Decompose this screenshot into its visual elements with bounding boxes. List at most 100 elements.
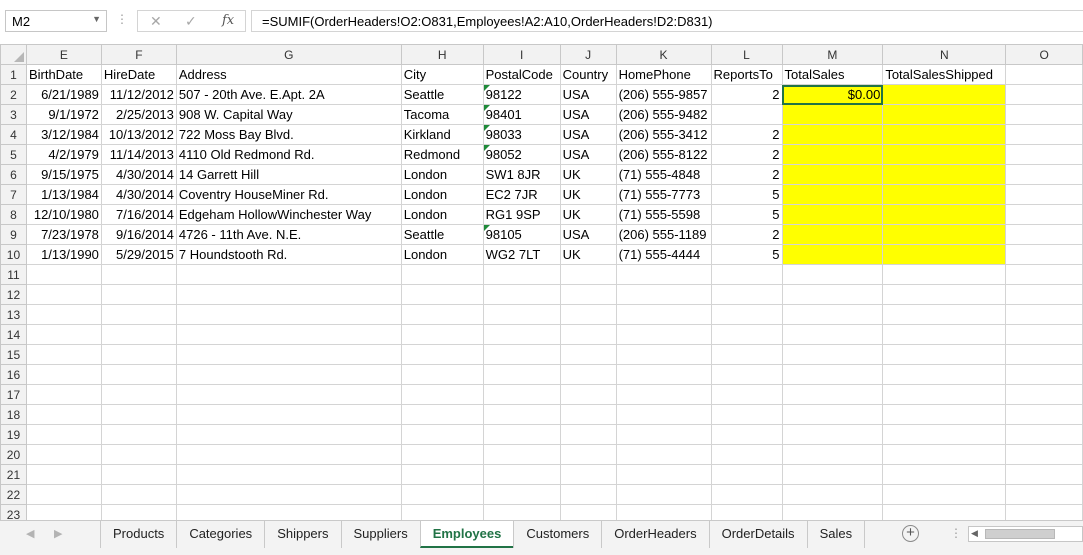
cell-f18[interactable] bbox=[100, 404, 177, 425]
cell-i2[interactable]: 98122 bbox=[482, 84, 561, 105]
cell-g11[interactable] bbox=[175, 264, 402, 285]
cell-m6[interactable] bbox=[781, 164, 884, 185]
cell-g4[interactable]: 722 Moss Bay Blvd. bbox=[175, 124, 402, 145]
cell-n6[interactable] bbox=[882, 164, 1007, 185]
cell-h16[interactable] bbox=[400, 364, 484, 385]
cell-m2[interactable]: $0.00 bbox=[781, 84, 884, 105]
cell-e11[interactable] bbox=[25, 264, 102, 285]
cell-m16[interactable] bbox=[781, 364, 884, 385]
cell-h9[interactable]: Seattle bbox=[400, 224, 484, 245]
cell-g2[interactable]: 507 - 20th Ave. E.Apt. 2A bbox=[175, 84, 402, 105]
cell-f16[interactable] bbox=[100, 364, 177, 385]
cell-i19[interactable] bbox=[482, 424, 561, 445]
cell-l3[interactable] bbox=[710, 104, 783, 125]
cell-k6[interactable]: (71) 555-4848 bbox=[615, 164, 712, 185]
cell-i21[interactable] bbox=[482, 464, 561, 485]
cell-i7[interactable]: EC2 7JR bbox=[482, 184, 561, 205]
cell-m19[interactable] bbox=[781, 424, 884, 445]
row-header[interactable]: 9 bbox=[0, 224, 27, 245]
cell-k8[interactable]: (71) 555-5598 bbox=[615, 204, 712, 225]
cell-j5[interactable]: USA bbox=[559, 144, 617, 165]
cell-l2[interactable]: 2 bbox=[710, 84, 783, 105]
cell-f3[interactable]: 2/25/2013 bbox=[100, 104, 177, 125]
cell-h19[interactable] bbox=[400, 424, 484, 445]
cell-n18[interactable] bbox=[882, 404, 1007, 425]
cell-k1[interactable]: HomePhone bbox=[615, 64, 712, 85]
cell-f5[interactable]: 11/14/2013 bbox=[100, 144, 177, 165]
cell-j21[interactable] bbox=[559, 464, 617, 485]
cell-m18[interactable] bbox=[781, 404, 884, 425]
cell-f1[interactable]: HireDate bbox=[100, 64, 177, 85]
cell-l23[interactable] bbox=[710, 504, 783, 520]
tab-scroll-left-icon[interactable]: ◀ bbox=[26, 527, 34, 540]
cell-o21[interactable] bbox=[1005, 464, 1083, 485]
tab-orderheaders[interactable]: OrderHeaders bbox=[601, 521, 709, 548]
cell-i11[interactable] bbox=[482, 264, 561, 285]
cell-i14[interactable] bbox=[482, 324, 561, 345]
cell-j6[interactable]: UK bbox=[559, 164, 617, 185]
cell-f12[interactable] bbox=[100, 284, 177, 305]
cell-e16[interactable] bbox=[25, 364, 102, 385]
cell-n12[interactable] bbox=[882, 284, 1007, 305]
cell-h14[interactable] bbox=[400, 324, 484, 345]
cell-n9[interactable] bbox=[882, 224, 1007, 245]
row-header[interactable]: 7 bbox=[0, 184, 27, 205]
cell-j18[interactable] bbox=[559, 404, 617, 425]
cell-g14[interactable] bbox=[175, 324, 402, 345]
cell-n11[interactable] bbox=[882, 264, 1007, 285]
cell-j3[interactable]: USA bbox=[559, 104, 617, 125]
cell-i4[interactable]: 98033 bbox=[482, 124, 561, 145]
cell-o17[interactable] bbox=[1005, 384, 1083, 405]
cell-e5[interactable]: 4/2/1979 bbox=[25, 144, 102, 165]
cell-e21[interactable] bbox=[25, 464, 102, 485]
tab-products[interactable]: Products bbox=[100, 521, 177, 548]
plus-circle-icon[interactable]: + bbox=[902, 525, 919, 542]
row-header[interactable]: 14 bbox=[0, 324, 27, 345]
row-header[interactable]: 22 bbox=[0, 484, 27, 505]
cell-h10[interactable]: London bbox=[400, 244, 484, 265]
cell-j12[interactable] bbox=[559, 284, 617, 305]
cell-m3[interactable] bbox=[781, 104, 884, 125]
cell-i22[interactable] bbox=[482, 484, 561, 505]
fx-icon[interactable]: fx bbox=[222, 13, 234, 28]
row-header[interactable]: 15 bbox=[0, 344, 27, 365]
cell-h17[interactable] bbox=[400, 384, 484, 405]
cell-e6[interactable]: 9/15/1975 bbox=[25, 164, 102, 185]
cell-f10[interactable]: 5/29/2015 bbox=[100, 244, 177, 265]
row-header[interactable]: 17 bbox=[0, 384, 27, 405]
cell-h2[interactable]: Seattle bbox=[400, 84, 484, 105]
tab-categories[interactable]: Categories bbox=[176, 521, 265, 548]
row-header[interactable]: 19 bbox=[0, 424, 27, 445]
cell-o19[interactable] bbox=[1005, 424, 1083, 445]
column-header-n[interactable]: N bbox=[882, 44, 1007, 65]
cell-g8[interactable]: Edgeham HollowWinchester Way bbox=[175, 204, 402, 225]
cell-m23[interactable] bbox=[781, 504, 884, 520]
cell-n21[interactable] bbox=[882, 464, 1007, 485]
cell-k17[interactable] bbox=[615, 384, 712, 405]
column-header-m[interactable]: M bbox=[781, 44, 884, 65]
cell-k19[interactable] bbox=[615, 424, 712, 445]
row-header[interactable]: 11 bbox=[0, 264, 27, 285]
cell-g22[interactable] bbox=[175, 484, 402, 505]
more-options-icon[interactable]: ⋮ bbox=[116, 12, 128, 26]
cell-h23[interactable] bbox=[400, 504, 484, 520]
cell-k13[interactable] bbox=[615, 304, 712, 325]
cell-f9[interactable]: 9/16/2014 bbox=[100, 224, 177, 245]
cell-o3[interactable] bbox=[1005, 104, 1083, 125]
cell-j2[interactable]: USA bbox=[559, 84, 617, 105]
cell-k11[interactable] bbox=[615, 264, 712, 285]
cell-e3[interactable]: 9/1/1972 bbox=[25, 104, 102, 125]
cell-k10[interactable]: (71) 555-4444 bbox=[615, 244, 712, 265]
row-header[interactable]: 2 bbox=[0, 84, 27, 105]
cell-m10[interactable] bbox=[781, 244, 884, 265]
column-header-g[interactable]: G bbox=[175, 44, 402, 65]
cell-e13[interactable] bbox=[25, 304, 102, 325]
tab-orderdetails[interactable]: OrderDetails bbox=[708, 521, 807, 548]
cell-m5[interactable] bbox=[781, 144, 884, 165]
cell-n4[interactable] bbox=[882, 124, 1007, 145]
cell-i6[interactable]: SW1 8JR bbox=[482, 164, 561, 185]
cell-e22[interactable] bbox=[25, 484, 102, 505]
cell-o15[interactable] bbox=[1005, 344, 1083, 365]
cell-m7[interactable] bbox=[781, 184, 884, 205]
cell-o14[interactable] bbox=[1005, 324, 1083, 345]
